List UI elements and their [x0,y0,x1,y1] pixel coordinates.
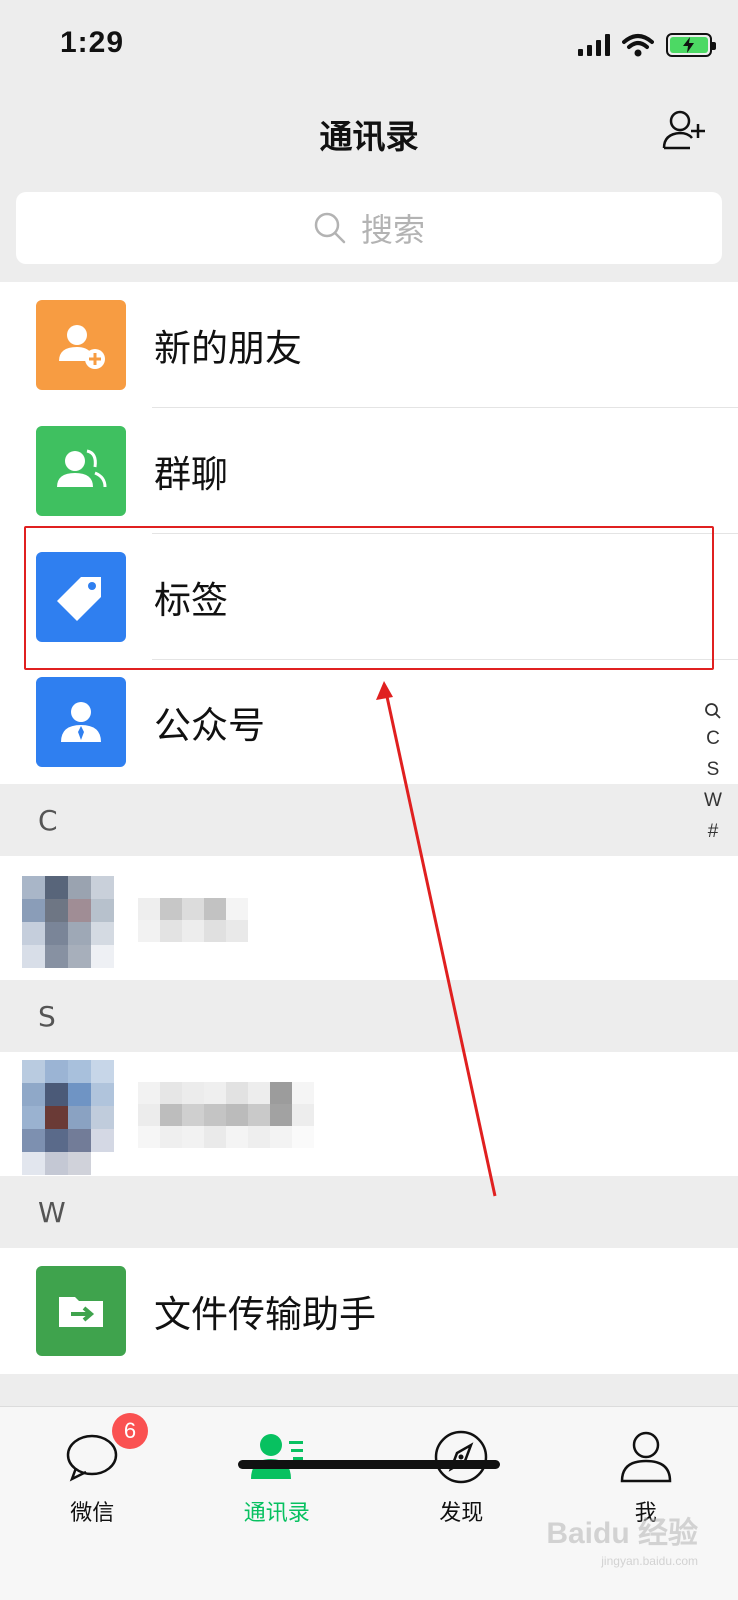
list-item-new-friends[interactable]: 新的朋友 [0,282,738,408]
group-chat-icon [36,426,126,516]
index-letter[interactable]: C [706,727,720,751]
tab-contacts[interactable]: 通讯录 [185,1407,370,1537]
index-letter[interactable]: S [707,758,720,782]
section-header-c: C [0,784,738,856]
contact-name-blurred [138,898,248,942]
list-item-label: 公众号 [154,704,265,747]
list-item-label: 标签 [154,579,228,622]
status-bar: 1:29 [0,0,738,92]
charging-bolt-icon [683,37,694,53]
person-icon [620,1431,672,1483]
tab-label: 通讯录 [243,1501,310,1526]
contact-row-blurred[interactable] [0,856,738,980]
list-item-label: 群聊 [154,453,228,496]
home-indicator [238,1460,500,1469]
index-search-icon[interactable] [704,702,722,720]
search-input[interactable]: 搜索 [16,192,722,264]
contacts-icon [250,1434,303,1479]
list-item-tags[interactable]: 标签 [0,534,738,660]
tab-label: 微信 [70,1501,115,1526]
battery-icon [666,33,716,57]
list-item-group-chats[interactable]: 群聊 [0,408,738,534]
index-letter[interactable]: # [708,820,719,844]
unread-badge: 6 [112,1413,148,1449]
contact-name-blurred [138,1082,314,1148]
tab-label: 发现 [439,1501,484,1526]
search-placeholder: 搜索 [360,211,425,249]
tab-discover[interactable]: 发现 [369,1407,554,1537]
contact-row-blurred[interactable] [0,1052,738,1176]
page-title: 通讯录 [319,117,419,156]
list-item-official-accounts[interactable]: 公众号 [0,660,738,784]
file-transfer-icon [36,1266,126,1356]
watermark-logo: Baidu 经验 jingyan.baidu.com [546,1517,698,1568]
tab-chats[interactable]: 6 微信 [0,1407,185,1537]
list-item-file-transfer[interactable]: 文件传输助手 [0,1248,738,1374]
list-item-label: 新的朋友 [154,327,302,370]
tab-bar: 6 微信 通讯录 发现 我 [0,1406,738,1600]
avatar [22,876,114,968]
contacts-list: 新的朋友 群聊 标签 公众号 C S W 文件传输助手 [0,282,738,1374]
list-item-label: 文件传输助手 [154,1293,376,1336]
official-account-icon [36,677,126,767]
section-header-s: S [0,980,738,1052]
section-header-w: W [0,1176,738,1248]
status-time: 1:29 [60,26,125,59]
new-friend-icon [36,300,126,390]
compass-icon [435,1430,488,1484]
status-icons [578,30,716,60]
nav-bar: 通讯录 [0,92,738,172]
tag-icon [36,552,126,642]
search-icon [314,212,346,244]
index-letter[interactable]: W [704,789,722,813]
avatar [22,1060,114,1175]
add-contact-icon[interactable] [660,106,708,154]
cellular-signal-icon [578,34,610,56]
alphabet-index-bar[interactable]: C S W # [698,702,728,844]
wifi-icon [622,34,654,57]
